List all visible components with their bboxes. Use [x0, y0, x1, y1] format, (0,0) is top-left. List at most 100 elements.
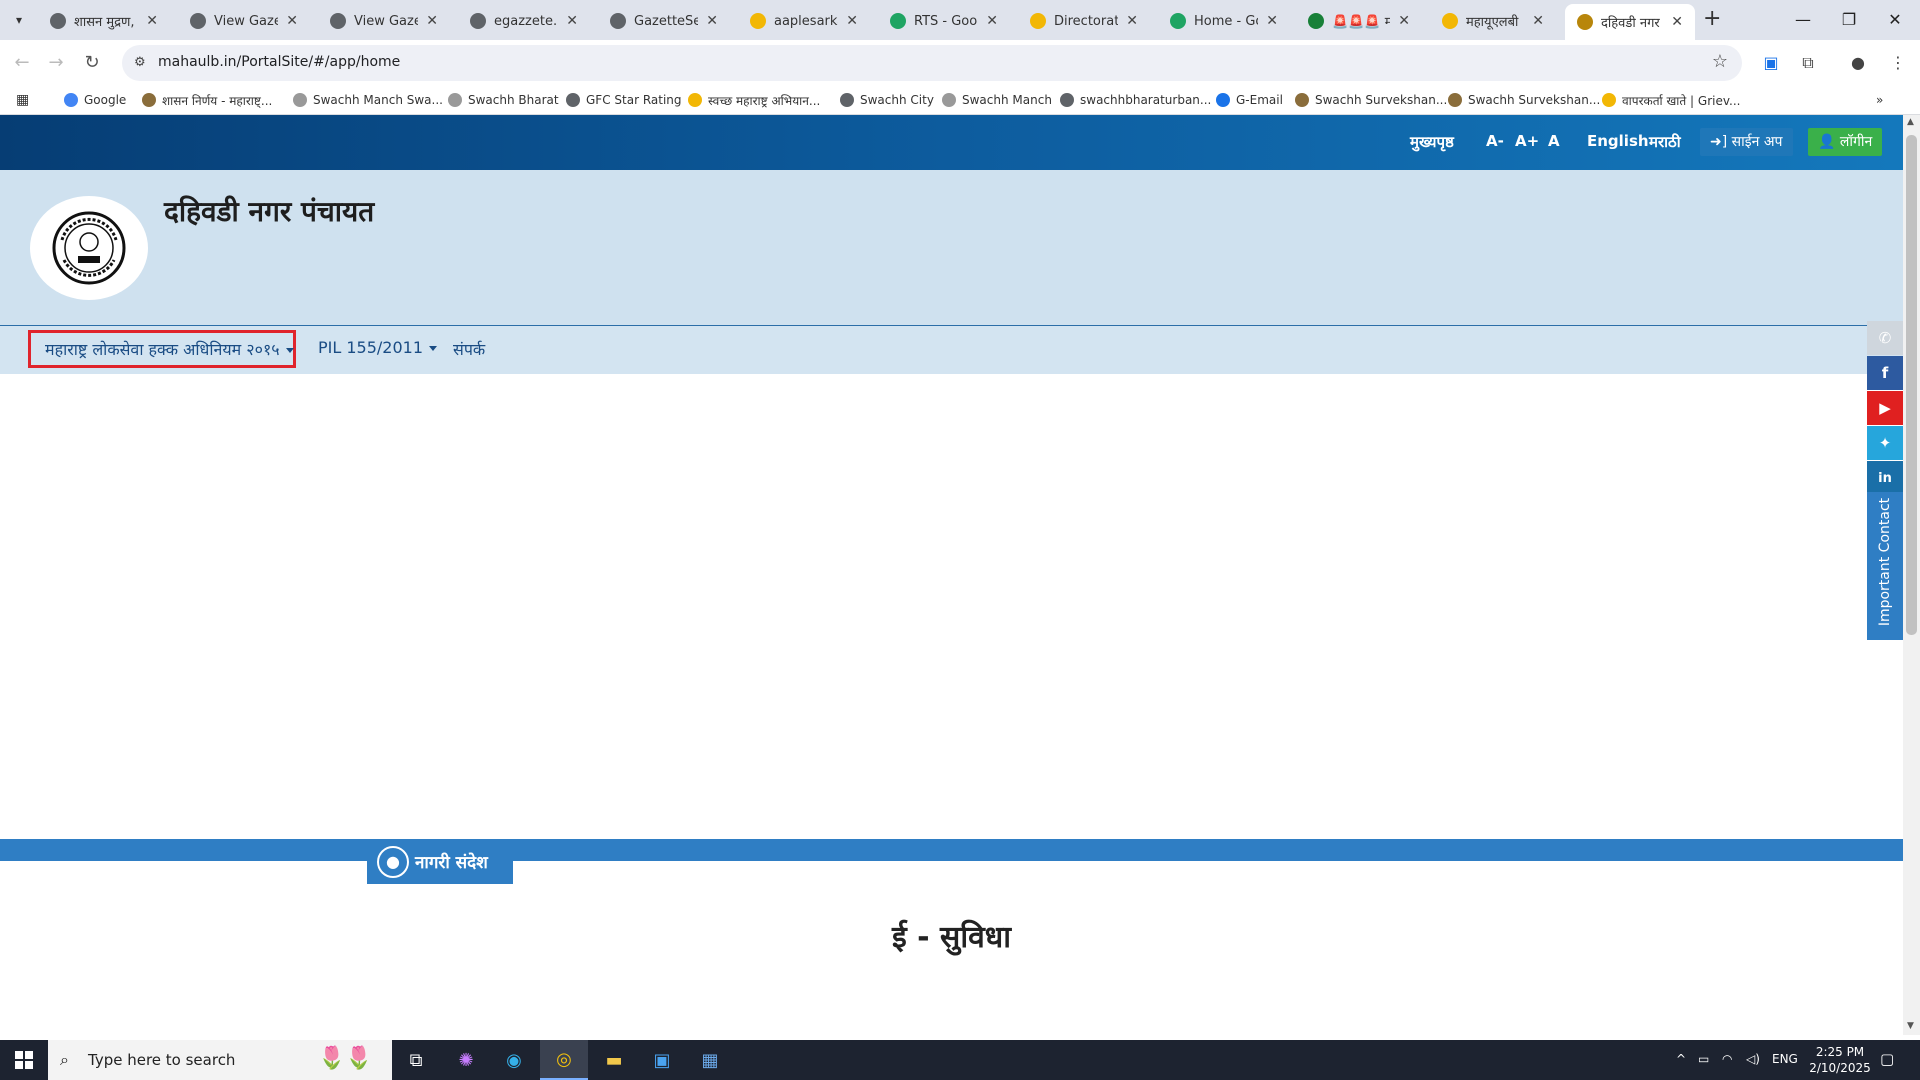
new-tab-button[interactable]: +	[1703, 8, 1721, 30]
bookmark-favicon-icon	[1448, 93, 1462, 107]
bookmark-item[interactable]: GFC Star Rating	[566, 90, 682, 110]
tab-close-icon[interactable]: ✕	[986, 13, 998, 29]
page-scrollbar[interactable]: ▲ ▼	[1903, 115, 1920, 1035]
tab-close-icon[interactable]: ✕	[1671, 14, 1683, 30]
font-increase-button[interactable]: A+	[1515, 132, 1539, 150]
youtube-icon[interactable]: ▶	[1867, 391, 1903, 425]
menu-pil[interactable]: PIL 155/2011	[318, 338, 438, 357]
linkedin-icon[interactable]: in	[1867, 461, 1903, 495]
phone-icon[interactable]: ✆	[1867, 321, 1903, 355]
volume-icon[interactable]: ◁)	[1746, 1052, 1760, 1066]
browser-tab[interactable]: Home - Goo ✕	[1158, 6, 1290, 36]
tab-close-icon[interactable]: ✕	[846, 13, 858, 29]
english-language-link[interactable]: English	[1587, 132, 1649, 150]
tab-close-icon[interactable]: ✕	[1398, 13, 1410, 29]
bookmark-item[interactable]: शासन निर्णय - महाराष्ट्...	[142, 90, 272, 110]
show-hidden-icons-chevron-icon[interactable]: ^	[1676, 1052, 1686, 1066]
extension-icon[interactable]: ▣	[1759, 51, 1783, 75]
notifications-icon[interactable]: ▢	[1880, 1050, 1894, 1068]
calculator-icon[interactable]: ▦	[686, 1040, 734, 1080]
bookmark-star-icon[interactable]: ☆	[1712, 51, 1728, 72]
bookmark-item[interactable]: Swachh Bharat	[448, 90, 559, 110]
browser-tab[interactable]: GazetteSearc ✕	[598, 6, 730, 36]
tab-close-icon[interactable]: ✕	[706, 13, 718, 29]
browser-toolbar: ← → ↻ ⚙ mahaulb.in/PortalSite/#/app/home…	[0, 40, 1920, 86]
scrollbar-thumb[interactable]	[1906, 135, 1917, 635]
facebook-icon[interactable]: f	[1867, 356, 1903, 390]
copilot-icon[interactable]: ✺	[442, 1040, 490, 1080]
bookmark-item[interactable]: Swachh Manch	[942, 90, 1052, 110]
browser-menu-icon[interactable]: ⋮	[1886, 51, 1910, 75]
font-reset-button[interactable]: A	[1548, 132, 1560, 150]
menu-maharashtra-lokseva[interactable]: महाराष्ट्र लोकसेवा हक्क अधिनियम २०१५	[45, 338, 294, 360]
browser-tab[interactable]: View Gazette ✕	[318, 6, 450, 36]
input-language[interactable]: ENG	[1772, 1052, 1798, 1066]
bookmark-item[interactable]: स्वच्छ महाराष्ट्र अभियान...	[688, 90, 820, 110]
tab-active[interactable]: दहिवडी नगर प ✕	[1565, 4, 1695, 40]
tab-close-icon[interactable]: ✕	[146, 13, 158, 29]
bookmark-favicon-icon	[448, 93, 462, 107]
minimize-button[interactable]: —	[1780, 6, 1826, 34]
tab-close-icon[interactable]: ✕	[1532, 13, 1544, 29]
apps-grid-icon[interactable]: ▦	[16, 90, 29, 110]
bookmark-item[interactable]: Swachh City	[840, 90, 934, 110]
forward-button[interactable]: →	[44, 51, 68, 75]
more-bookmarks-icon[interactable]: »	[1876, 90, 1883, 110]
browser-tab[interactable]: महायूएलबी ✕	[1430, 6, 1556, 36]
scroll-up-icon[interactable]: ▲	[1907, 117, 1914, 127]
twitter-icon[interactable]: ✦	[1867, 426, 1903, 460]
bookmark-item[interactable]: swachhbharaturban...	[1060, 90, 1211, 110]
tab-close-icon[interactable]: ✕	[1266, 13, 1278, 29]
meet-now-icon[interactable]: ▭	[1698, 1052, 1709, 1066]
bookmark-item[interactable]: Swachh Manch Swa...	[293, 90, 443, 110]
file-explorer-icon[interactable]: ▬	[590, 1040, 638, 1080]
scroll-down-icon[interactable]: ▼	[1907, 1021, 1914, 1031]
wifi-icon[interactable]: ◠	[1722, 1052, 1732, 1066]
clock[interactable]: 2:25 PM 2/10/2025	[1800, 1044, 1880, 1076]
municipal-seal-logo[interactable]	[30, 196, 148, 300]
browser-tab[interactable]: aaplesarkar. ✕	[738, 6, 870, 36]
restore-button[interactable]: ❐	[1826, 6, 1872, 34]
browser-tab[interactable]: egazzete.ma ✕	[458, 6, 590, 36]
edge-icon[interactable]: ◉	[490, 1040, 538, 1080]
tab-close-icon[interactable]: ✕	[426, 13, 438, 29]
chrome-icon[interactable]: ◎	[540, 1040, 588, 1080]
tab-search-button[interactable]: ▾	[8, 9, 30, 31]
url-text[interactable]: mahaulb.in/PortalSite/#/app/home	[158, 54, 400, 70]
back-button[interactable]: ←	[10, 51, 34, 75]
login-button[interactable]: 👤 लॉगीन	[1808, 128, 1883, 156]
extensions-puzzle-icon[interactable]: ⧉	[1796, 51, 1820, 75]
windows-start-button[interactable]	[0, 1040, 48, 1080]
bookmark-item[interactable]: वापरकर्ता खाते | Griev...	[1602, 90, 1740, 110]
bookmark-item[interactable]: Swachh Survekshan...	[1295, 90, 1447, 110]
menu-label: संपर्क	[453, 340, 486, 359]
browser-tab[interactable]: शासन मुद्रण, ले ✕	[38, 6, 170, 36]
tab-close-icon[interactable]: ✕	[1126, 13, 1138, 29]
tab-favicon-icon	[50, 13, 66, 29]
font-decrease-button[interactable]: A-	[1486, 132, 1504, 150]
signup-button[interactable]: ➜] साईन अप	[1700, 128, 1793, 156]
profile-avatar-icon[interactable]: ●	[1846, 51, 1870, 75]
nagari-sandesh-tab[interactable]: ● नागरी संदेश	[367, 839, 513, 884]
bookmark-item[interactable]: Swachh Survekshan...	[1448, 90, 1600, 110]
browser-tab[interactable]: RTS - Google ✕	[878, 6, 1010, 36]
important-contact-tab[interactable]: Important Contact	[1867, 492, 1903, 640]
tab-close-icon[interactable]: ✕	[286, 13, 298, 29]
marathi-language-link[interactable]: मराठी	[1649, 132, 1681, 152]
browser-tab[interactable]: Directorate c ✕	[1018, 6, 1150, 36]
home-link[interactable]: मुख्यपृष्ठ	[1410, 132, 1454, 152]
bookmark-item[interactable]: G-Email	[1216, 90, 1283, 110]
site-info-icon[interactable]: ⚙	[134, 55, 146, 70]
menu-contact[interactable]: संपर्क	[453, 338, 485, 360]
address-bar[interactable]: ⚙ mahaulb.in/PortalSite/#/app/home ☆	[122, 45, 1742, 81]
close-window-button[interactable]: ✕	[1872, 6, 1918, 34]
taskbar-search-box[interactable]: ⌕ Type here to search 🌷🌷	[48, 1040, 392, 1080]
tab-close-icon[interactable]: ✕	[566, 13, 578, 29]
bookmark-item[interactable]: Google	[64, 90, 126, 110]
browser-tab[interactable]: View Gazette ✕	[178, 6, 310, 36]
task-view-icon[interactable]: ⧉	[392, 1040, 440, 1080]
reload-button[interactable]: ↻	[80, 51, 104, 75]
tab-favicon-icon	[1170, 13, 1186, 29]
store-icon[interactable]: ▣	[638, 1040, 686, 1080]
browser-tab[interactable]: 🚨🚨🚨 महा ✕	[1296, 6, 1422, 36]
